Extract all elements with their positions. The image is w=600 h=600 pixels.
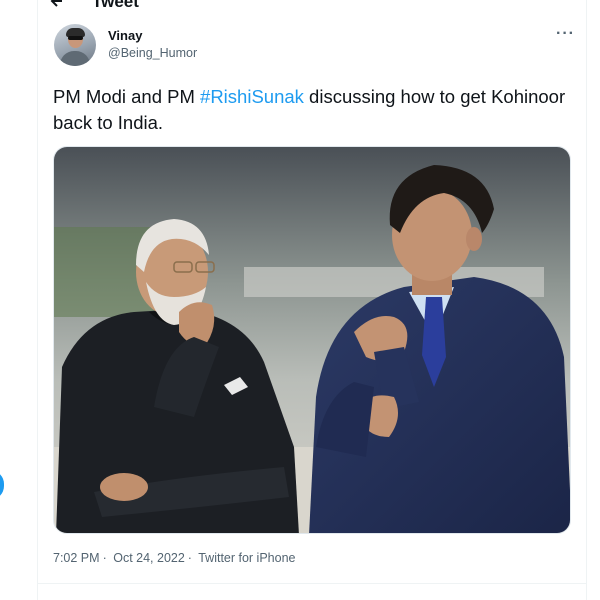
tweet-media-photo[interactable] xyxy=(53,146,571,534)
column-border-left xyxy=(37,0,38,600)
author-handle[interactable]: @Being_Humor xyxy=(108,46,197,60)
tweet-time[interactable]: 7:02 PM xyxy=(53,551,100,565)
avatar[interactable] xyxy=(54,24,96,66)
tweet-metadata: 7:02 PM · Oct 24, 2022 · Twitter for iPhon… xyxy=(53,551,298,565)
compose-button-edge[interactable] xyxy=(0,470,4,500)
column-border-right xyxy=(586,0,587,600)
page-title: Tweet xyxy=(92,0,139,11)
photo-illustration xyxy=(54,147,570,533)
meta-separator: · xyxy=(102,551,107,565)
author-display-name[interactable]: Vinay xyxy=(108,28,142,43)
tweet-text: PM Modi and PM #RishiSunak discussing ho… xyxy=(53,84,573,136)
more-options-icon[interactable]: ··· xyxy=(556,26,574,42)
back-arrow-icon[interactable] xyxy=(50,0,64,8)
tweet-text-part: PM Modi and PM xyxy=(53,86,201,107)
meta-separator: · xyxy=(187,551,192,565)
divider xyxy=(38,583,586,584)
tweet-date[interactable]: Oct 24, 2022 xyxy=(113,551,185,565)
tweet-source[interactable]: Twitter for iPhone xyxy=(198,551,295,565)
hashtag-link[interactable]: #RishiSunak xyxy=(200,86,304,107)
